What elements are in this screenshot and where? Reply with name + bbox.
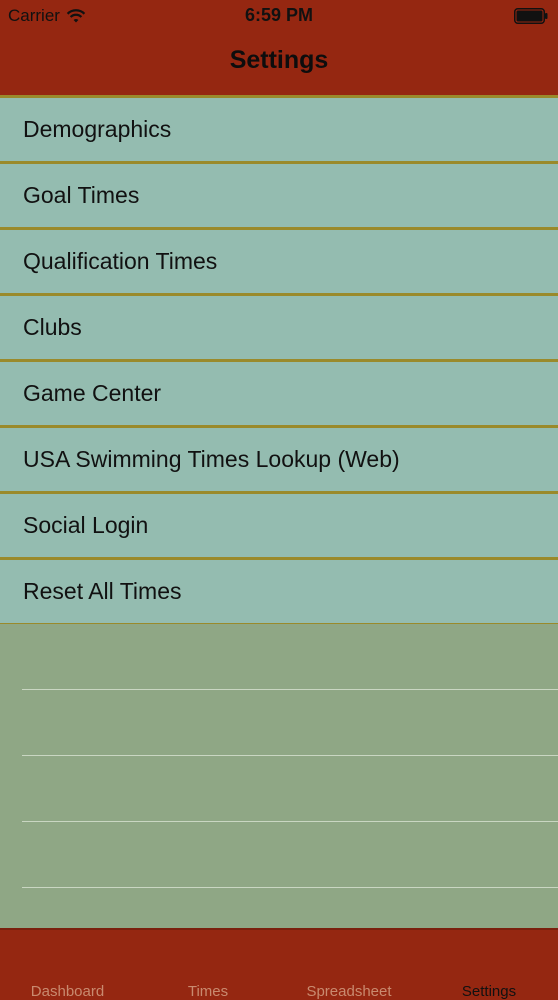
settings-item-usa-swimming-lookup[interactable]: USA Swimming Times Lookup (Web) [0, 425, 558, 491]
tab-label: Spreadsheet [306, 983, 392, 1000]
tab-settings[interactable]: Settings [420, 930, 558, 1000]
settings-item-goal-times[interactable]: Goal Times [0, 161, 558, 227]
tab-label: Settings [461, 983, 517, 1000]
tab-label: Dashboard [30, 983, 105, 1000]
settings-item-label: Reset All Times [23, 578, 182, 604]
settings-item-label: Clubs [23, 314, 82, 340]
status-bar: Carrier 6:59 PM [0, 0, 558, 32]
settings-item-label: Game Center [23, 380, 162, 406]
tab-dashboard[interactable]: Dashboard [0, 930, 135, 1000]
settings-item-game-center[interactable]: Game Center [0, 359, 558, 425]
tab-spreadsheet[interactable]: Spreadsheet [280, 930, 418, 1000]
tab-bar: Dashboard Times Spreadsheet Settings [0, 928, 558, 1000]
settings-item-social-login[interactable]: Social Login [0, 491, 558, 557]
settings-item-label: Social Login [23, 512, 149, 538]
empty-table-area [0, 624, 558, 928]
status-time: 6:59 PM [244, 5, 314, 25]
settings-item-label: Qualification Times [23, 248, 218, 274]
settings-item-demographics[interactable]: Demographics [0, 95, 558, 161]
settings-item-label: Goal Times [23, 182, 140, 208]
tab-label: Times [187, 983, 229, 1000]
tab-times[interactable]: Times [140, 930, 276, 1000]
settings-item-clubs[interactable]: Clubs [0, 293, 558, 359]
row-separator [22, 887, 558, 888]
settings-item-label: Demographics [23, 116, 172, 142]
navigation-header: Carrier 6:59 PM Settings [0, 0, 558, 96]
settings-list: Demographics Goal Times Qualification Ti… [0, 95, 558, 626]
row-separator [22, 755, 558, 756]
settings-item-qualification-times[interactable]: Qualification Times [0, 227, 558, 293]
page-title: Settings [229, 46, 329, 74]
battery-icon [514, 8, 548, 24]
settings-item-label: USA Swimming Times Lookup (Web) [23, 446, 400, 472]
row-separator [22, 689, 558, 690]
row-separator [22, 821, 558, 822]
settings-screen: Carrier 6:59 PM Settings Demographics Go… [0, 0, 558, 1000]
settings-item-reset-all-times[interactable]: Reset All Times [0, 557, 558, 626]
